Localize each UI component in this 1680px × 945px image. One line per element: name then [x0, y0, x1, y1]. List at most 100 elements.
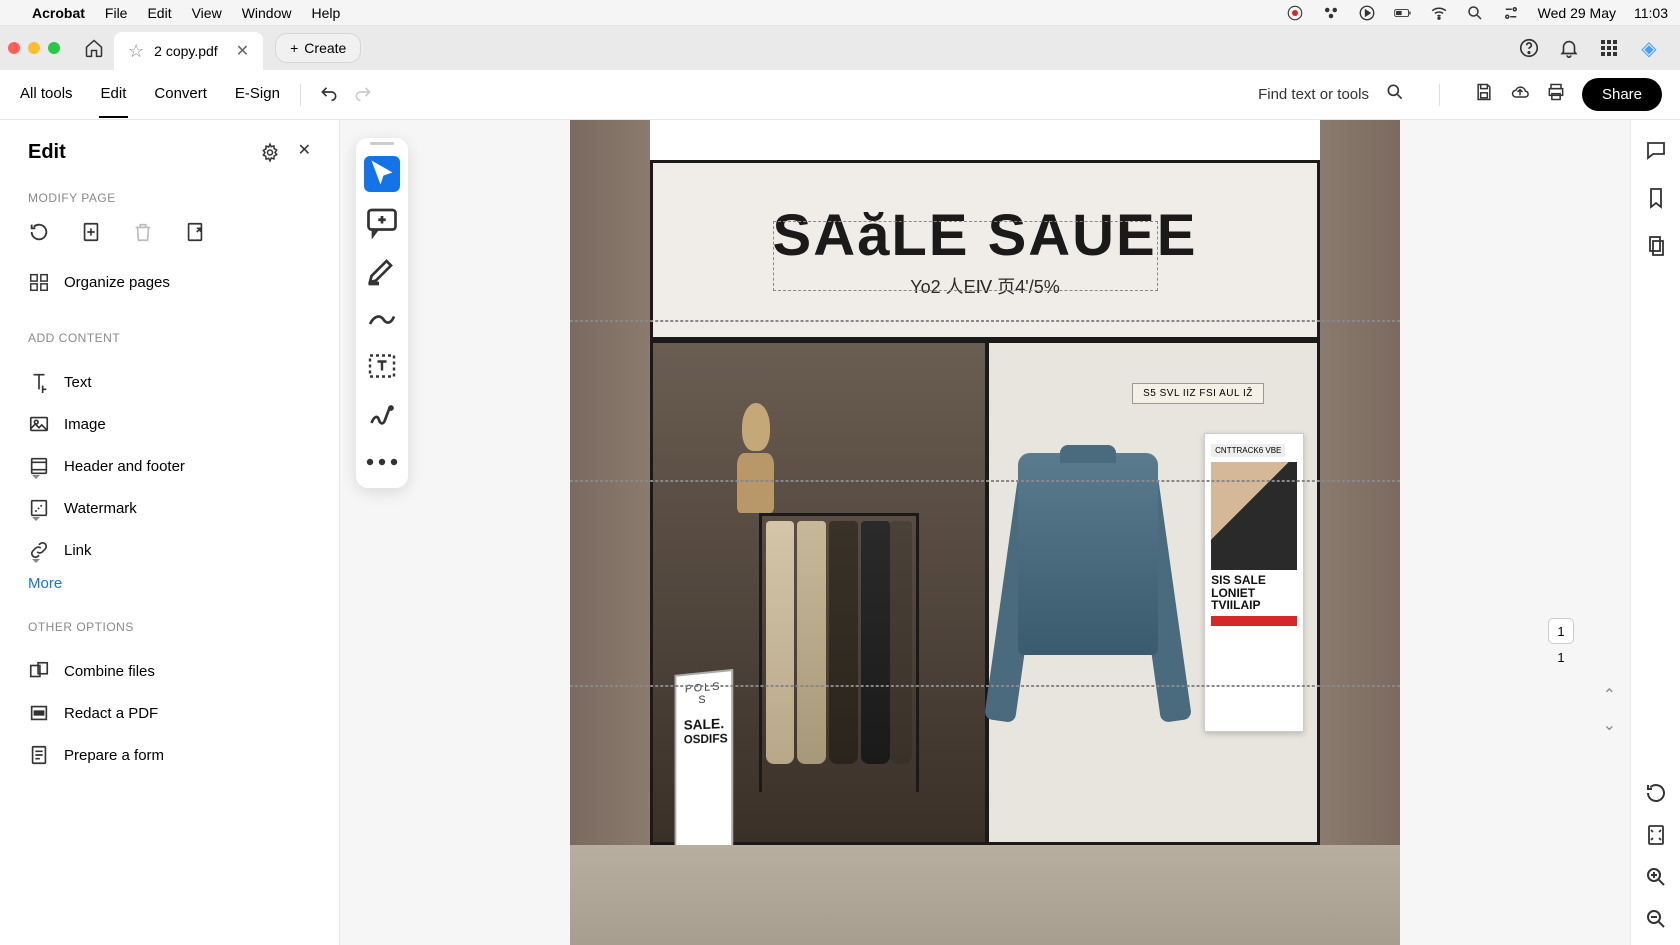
- wifi-icon[interactable]: [1430, 4, 1448, 22]
- undo-button[interactable]: [319, 82, 339, 107]
- menubar-time[interactable]: 11:03: [1634, 5, 1668, 21]
- bookmark-panel-icon[interactable]: [1644, 186, 1668, 210]
- assistant-icon[interactable]: ◈: [1638, 37, 1660, 59]
- toolbar-divider: [300, 84, 301, 106]
- find-label: Find text or tools: [1258, 86, 1369, 103]
- screen-record-icon[interactable]: [1286, 4, 1304, 22]
- storefront-image: SAăLE SAUEE Yo2 ⼈EⅣ 页4'/5% POLS S: [570, 120, 1400, 945]
- draw-tool[interactable]: [364, 300, 400, 336]
- main-toolbar: All tools Edit Convert E-Sign Find text …: [0, 70, 1680, 120]
- tab-convert[interactable]: Convert: [152, 71, 209, 118]
- menu-view[interactable]: View: [192, 5, 222, 21]
- section-modify-label: MODIFY PAGE: [28, 191, 311, 205]
- toolbar-divider-2: [1439, 84, 1440, 106]
- menu-edit[interactable]: Edit: [147, 5, 171, 21]
- more-link[interactable]: More: [28, 575, 311, 592]
- window-minimize-button[interactable]: [28, 42, 40, 54]
- text-icon: [28, 371, 50, 393]
- page-current-input[interactable]: 1: [1548, 618, 1574, 644]
- page-down-arrow[interactable]: ⌄: [1603, 715, 1616, 735]
- window-tabbar: ☆ 2 copy.pdf ✕ + Create ◈: [0, 26, 1680, 70]
- fit-page-icon[interactable]: [1644, 823, 1668, 847]
- notification-bell-icon[interactable]: [1558, 37, 1580, 59]
- pages-panel-icon[interactable]: [1644, 234, 1668, 258]
- print-icon[interactable]: [1546, 82, 1566, 107]
- tab-edit[interactable]: Edit: [99, 71, 129, 118]
- edit-side-panel: Edit ✕ MODIFY PAGE Organize pages ADD CO…: [0, 120, 340, 945]
- menubar-date[interactable]: Wed 29 May: [1538, 5, 1616, 21]
- document-tab[interactable]: ☆ 2 copy.pdf ✕: [114, 32, 263, 70]
- delete-page-icon[interactable]: [132, 221, 154, 243]
- panel-settings-icon[interactable]: [260, 140, 280, 165]
- pdf-page[interactable]: SAăLE SAUEE Yo2 ⼈EⅣ 页4'/5% POLS S: [570, 120, 1400, 945]
- link-icon: [28, 539, 50, 561]
- tab-close-button[interactable]: ✕: [236, 41, 249, 61]
- save-icon[interactable]: [1474, 82, 1494, 107]
- combine-files-icon: [28, 660, 50, 682]
- right-rail: [1630, 120, 1680, 945]
- organize-pages-item[interactable]: Organize pages: [28, 261, 311, 303]
- zoom-out-icon[interactable]: [1644, 907, 1668, 931]
- add-text-item[interactable]: Text: [28, 361, 311, 403]
- traffic-lights: [8, 42, 60, 54]
- create-button[interactable]: + Create: [275, 33, 361, 63]
- watermark-icon: [28, 497, 50, 519]
- section-add-label: ADD CONTENT: [28, 331, 311, 345]
- cloud-upload-icon[interactable]: [1510, 82, 1530, 107]
- redact-icon: [28, 702, 50, 724]
- page-indicator: 1 1: [1548, 618, 1574, 665]
- document-viewport[interactable]: SAăLE SAUEE Yo2 ⼈EⅣ 页4'/5% POLS S: [340, 120, 1630, 945]
- extract-page-icon[interactable]: [184, 221, 206, 243]
- add-link-item[interactable]: Link: [28, 529, 311, 571]
- search-icon[interactable]: [1385, 82, 1405, 107]
- window-close-button[interactable]: [8, 42, 20, 54]
- people-icon[interactable]: [1322, 4, 1340, 22]
- star-icon[interactable]: ☆: [128, 41, 144, 62]
- text-select-tool[interactable]: [364, 348, 400, 384]
- zoom-in-icon[interactable]: [1644, 865, 1668, 889]
- share-button[interactable]: Share: [1582, 78, 1662, 111]
- sign-tool[interactable]: [364, 396, 400, 432]
- menu-help[interactable]: Help: [311, 5, 340, 21]
- home-button[interactable]: [74, 32, 114, 64]
- menu-file[interactable]: File: [105, 5, 128, 21]
- tab-esign[interactable]: E-Sign: [233, 71, 282, 118]
- spotlight-icon[interactable]: [1466, 4, 1484, 22]
- help-icon[interactable]: [1518, 37, 1540, 59]
- wall-sign-text: S5 SVL IIZ FSI AUL IŽ: [1132, 383, 1264, 404]
- play-icon[interactable]: [1358, 4, 1376, 22]
- prepare-form-icon: [28, 744, 50, 766]
- tab-title: 2 copy.pdf: [154, 43, 218, 59]
- plus-icon: +: [290, 40, 298, 56]
- more-tools-icon[interactable]: [364, 444, 400, 480]
- create-label: Create: [304, 40, 346, 56]
- add-image-item[interactable]: Image: [28, 403, 311, 445]
- tab-all-tools[interactable]: All tools: [18, 71, 75, 118]
- add-watermark-item[interactable]: Watermark: [28, 487, 311, 529]
- battery-icon[interactable]: [1394, 4, 1412, 22]
- macos-menubar: Acrobat File Edit View Window Help Wed 2…: [0, 0, 1680, 26]
- control-center-icon[interactable]: [1502, 4, 1520, 22]
- menu-window[interactable]: Window: [242, 5, 292, 21]
- section-other-label: OTHER OPTIONS: [28, 620, 311, 634]
- panel-close-icon[interactable]: ✕: [298, 140, 311, 165]
- redact-pdf-item[interactable]: Redact a PDF: [28, 692, 311, 734]
- highlight-tool[interactable]: [364, 252, 400, 288]
- select-tool[interactable]: [364, 156, 400, 192]
- rotate-view-icon[interactable]: [1644, 781, 1668, 805]
- panel-title: Edit: [28, 141, 66, 164]
- rotate-page-icon[interactable]: [28, 221, 50, 243]
- floating-tool-strip[interactable]: [356, 138, 408, 488]
- apps-grid-icon[interactable]: [1598, 37, 1620, 59]
- redo-button[interactable]: [353, 82, 373, 107]
- menubar-app-name[interactable]: Acrobat: [32, 5, 85, 21]
- page-total: 1: [1557, 650, 1564, 665]
- insert-page-icon[interactable]: [80, 221, 102, 243]
- combine-files-item[interactable]: Combine files: [28, 650, 311, 692]
- window-fullscreen-button[interactable]: [48, 42, 60, 54]
- page-up-arrow[interactable]: ⌃: [1603, 685, 1616, 705]
- add-header-footer-item[interactable]: Header and footer: [28, 445, 311, 487]
- comment-tool[interactable]: [364, 204, 400, 240]
- prepare-form-item[interactable]: Prepare a form: [28, 734, 311, 776]
- comment-panel-icon[interactable]: [1644, 138, 1668, 162]
